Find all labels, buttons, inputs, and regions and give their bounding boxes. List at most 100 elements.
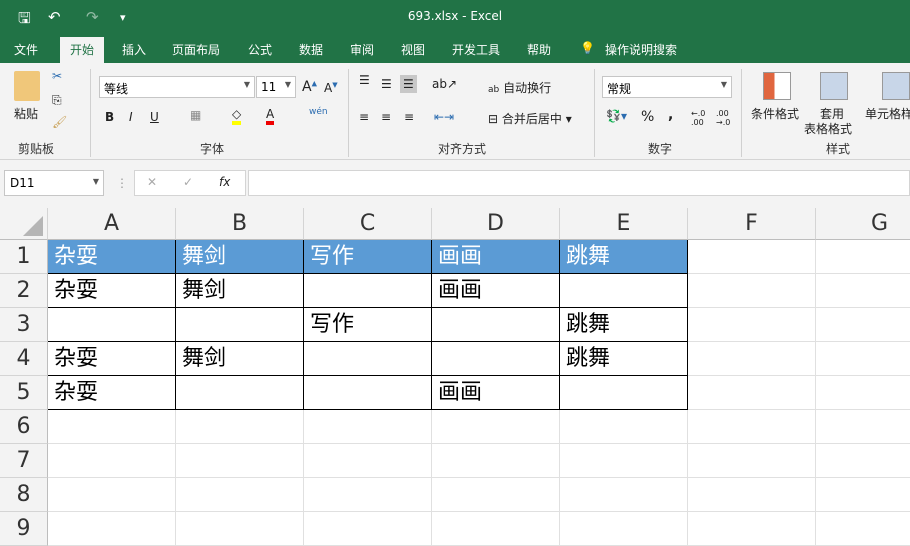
- cell-G9[interactable]: [816, 512, 910, 546]
- cell-B3[interactable]: [176, 308, 304, 342]
- cell-E3[interactable]: 跳舞: [560, 308, 688, 342]
- cell-styles-button[interactable]: 单元格样式: [865, 105, 910, 122]
- cell-F1[interactable]: [688, 240, 816, 274]
- tell-me-search[interactable]: 操作说明搜索: [605, 41, 677, 58]
- tab-home[interactable]: 开始: [60, 37, 105, 63]
- paste-button[interactable]: 粘贴: [14, 105, 38, 122]
- cell-F9[interactable]: [688, 512, 816, 546]
- cell-C4[interactable]: [304, 342, 432, 376]
- align-center-icon[interactable]: ≡: [381, 110, 391, 124]
- column-header-G[interactable]: G: [816, 208, 910, 240]
- cell-E5[interactable]: [560, 376, 688, 410]
- tab-data[interactable]: 数据: [299, 41, 323, 58]
- cell-D2[interactable]: 画画: [432, 274, 560, 308]
- cell-E8[interactable]: [560, 478, 688, 512]
- tab-view[interactable]: 视图: [401, 41, 425, 58]
- cell-E9[interactable]: [560, 512, 688, 546]
- increase-decimal-button[interactable]: ←.0 .00: [691, 109, 707, 127]
- format-as-table-line2[interactable]: 表格格式: [804, 120, 852, 137]
- cell-F2[interactable]: [688, 274, 816, 308]
- paste-icon[interactable]: [14, 71, 40, 101]
- cell-A2[interactable]: 杂耍: [48, 274, 176, 308]
- wrap-text-button[interactable]: ab 自动换行: [488, 79, 551, 96]
- column-header-C[interactable]: C: [304, 208, 432, 240]
- font-color-icon[interactable]: A: [266, 107, 275, 125]
- cell-A1[interactable]: 杂耍: [48, 240, 176, 274]
- bold-button[interactable]: B: [105, 110, 114, 124]
- orientation-icon[interactable]: ab↗: [432, 77, 457, 91]
- cell-G6[interactable]: [816, 410, 910, 444]
- cell-G1[interactable]: [816, 240, 910, 274]
- formula-input[interactable]: [248, 170, 910, 196]
- indent-icons[interactable]: ⇤⇥: [434, 110, 454, 124]
- cell-G7[interactable]: [816, 444, 910, 478]
- increase-font-icon[interactable]: A▲: [302, 79, 317, 95]
- column-header-F[interactable]: F: [688, 208, 816, 240]
- cell-E4[interactable]: 跳舞: [560, 342, 688, 376]
- cell-A4[interactable]: 杂耍: [48, 342, 176, 376]
- cell-G4[interactable]: [816, 342, 910, 376]
- row-header-3[interactable]: 3: [0, 308, 48, 342]
- cell-E7[interactable]: [560, 444, 688, 478]
- italic-button[interactable]: I: [129, 110, 133, 124]
- name-box[interactable]: D11 ▼: [4, 170, 104, 196]
- conditional-format-button[interactable]: 条件格式: [751, 105, 799, 122]
- decrease-font-icon[interactable]: A▼: [324, 81, 338, 95]
- cell-C7[interactable]: [304, 444, 432, 478]
- cell-G8[interactable]: [816, 478, 910, 512]
- cell-G3[interactable]: [816, 308, 910, 342]
- cell-C9[interactable]: [304, 512, 432, 546]
- select-all-button[interactable]: [0, 208, 48, 240]
- cell-C2[interactable]: [304, 274, 432, 308]
- cell-F5[interactable]: [688, 376, 816, 410]
- cell-C1[interactable]: 写作: [304, 240, 432, 274]
- cell-B7[interactable]: [176, 444, 304, 478]
- column-header-B[interactable]: B: [176, 208, 304, 240]
- column-header-A[interactable]: A: [48, 208, 176, 240]
- cancel-icon[interactable]: ✕: [147, 175, 157, 189]
- cell-B5[interactable]: [176, 376, 304, 410]
- cell-D8[interactable]: [432, 478, 560, 512]
- cell-E1[interactable]: 跳舞: [560, 240, 688, 274]
- cell-F7[interactable]: [688, 444, 816, 478]
- row-header-8[interactable]: 8: [0, 478, 48, 512]
- insert-function-icon[interactable]: fx: [219, 175, 230, 189]
- cell-F8[interactable]: [688, 478, 816, 512]
- cell-A3[interactable]: [48, 308, 176, 342]
- tab-developer[interactable]: 开发工具: [452, 41, 500, 58]
- cell-D7[interactable]: [432, 444, 560, 478]
- cell-D5[interactable]: 画画: [432, 376, 560, 410]
- cell-D6[interactable]: [432, 410, 560, 444]
- cell-C3[interactable]: 写作: [304, 308, 432, 342]
- column-header-E[interactable]: E: [560, 208, 688, 240]
- tab-review[interactable]: 审阅: [350, 41, 374, 58]
- comma-button[interactable]: ,: [668, 107, 673, 123]
- tab-file[interactable]: 文件: [14, 41, 38, 58]
- tab-formulas[interactable]: 公式: [248, 41, 272, 58]
- cell-A5[interactable]: 杂耍: [48, 376, 176, 410]
- border-icon[interactable]: ▦: [190, 108, 201, 122]
- decrease-decimal-button[interactable]: .00 →.0: [716, 109, 732, 127]
- cell-B8[interactable]: [176, 478, 304, 512]
- row-header-4[interactable]: 4: [0, 342, 48, 376]
- cell-A7[interactable]: [48, 444, 176, 478]
- row-header-7[interactable]: 7: [0, 444, 48, 478]
- row-header-5[interactable]: 5: [0, 376, 48, 410]
- enter-icon[interactable]: ✓: [183, 175, 193, 189]
- fill-color-icon[interactable]: ◇: [232, 107, 242, 125]
- format-painter-icon[interactable]: 🖌: [52, 115, 67, 129]
- cell-D3[interactable]: [432, 308, 560, 342]
- align-right-icon[interactable]: ≡: [404, 110, 414, 124]
- column-header-D[interactable]: D: [432, 208, 560, 240]
- cut-icon[interactable]: ✂: [52, 69, 62, 83]
- cell-F6[interactable]: [688, 410, 816, 444]
- font-size-select[interactable]: 11 ▼: [256, 76, 296, 98]
- tab-insert[interactable]: 插入: [122, 41, 146, 58]
- currency-icon[interactable]: 💱▾: [606, 109, 627, 123]
- cell-C6[interactable]: [304, 410, 432, 444]
- row-header-6[interactable]: 6: [0, 410, 48, 444]
- cell-A6[interactable]: [48, 410, 176, 444]
- cell-D9[interactable]: [432, 512, 560, 546]
- cell-B6[interactable]: [176, 410, 304, 444]
- row-header-1[interactable]: 1: [0, 240, 48, 274]
